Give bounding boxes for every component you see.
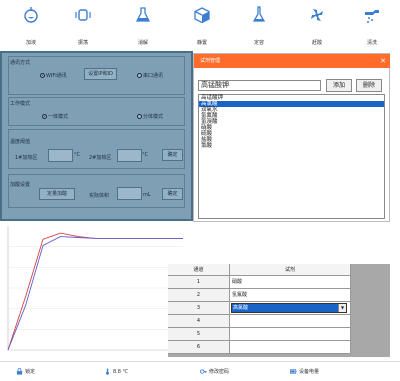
reagent-cell[interactable]: [230, 341, 351, 354]
toolbar-label: 清洗: [366, 40, 377, 46]
zone2-temp-input[interactable]: [117, 149, 142, 162]
channel-number: 2: [168, 289, 230, 302]
acid-confirm-button[interactable]: 确定: [162, 188, 183, 200]
channel-number: 3: [168, 302, 230, 315]
set-ip-button[interactable]: 设置IP和ID: [84, 68, 117, 80]
channel-table: 通道 试剂 1 硝酸 2 氢氟酸 3 高氯酸 ▼ 4 5 6: [168, 264, 390, 357]
channel-number: 4: [168, 315, 230, 328]
integrated-mode-label: 一体模式: [48, 114, 69, 120]
wifi-radio-label: WIFI通讯: [46, 73, 67, 79]
list-item[interactable]: 氯酸: [199, 143, 384, 149]
mode-section: [8, 97, 185, 126]
zone1-temp-input[interactable]: [48, 149, 73, 162]
radio-on-icon: [40, 73, 45, 78]
settings-panel: 通讯方式 WIFI通讯 设置IP和ID 串口通讯 工作模式 一体模式 分体模式 …: [0, 51, 193, 221]
zone2-label: 2#加热区: [89, 155, 112, 161]
add-button[interactable]: 添加: [326, 79, 352, 92]
toolbar-label: 振荡: [77, 40, 88, 46]
key-icon: [200, 369, 207, 374]
toolbar-add-liquid[interactable]: 加液: [16, 6, 46, 46]
top-toolbar: 加液 振荡 消解 静置 定容 赶酸 清洗: [0, 0, 400, 56]
battery-status: 设备电量: [290, 368, 319, 375]
temp-title: 温度阈值: [10, 139, 31, 145]
temperature-status: 8.8 ℃: [104, 368, 128, 375]
dialog-title: 试剂管理: [200, 58, 221, 64]
status-bar: 锁定 8.8 ℃ 修改密码 设备电量: [0, 361, 400, 381]
acid-title: 加酸设置: [10, 182, 31, 188]
reagent-cell[interactable]: [230, 328, 351, 341]
acid-section: [8, 174, 185, 208]
serial-radio-label: 串口通讯: [143, 73, 164, 79]
reagent-cell[interactable]: 硝酸: [230, 276, 351, 289]
serial-radio[interactable]: 串口通讯: [137, 72, 163, 79]
rinse-icon: [365, 10, 379, 23]
battery-label: 设备电量: [299, 369, 320, 375]
reagent-cell-editing[interactable]: 高氯酸 ▼: [230, 302, 351, 315]
battery-icon: [290, 369, 297, 374]
unit-label: °C: [74, 152, 80, 158]
reagent-dialog: 试剂管理 ✕ 高锰酸钾 添加 删除 高锰酸钾 高氯酸 双氧水 氢氟酸 氢溴酸 硝…: [193, 53, 390, 222]
channel-number: 6: [168, 341, 230, 354]
close-icon[interactable]: ✕: [380, 54, 386, 68]
change-password-label: 修改密码: [209, 369, 230, 375]
toolbar-rinse[interactable]: 清洗: [357, 6, 387, 46]
reagent-cell[interactable]: [230, 315, 351, 328]
wifi-radio[interactable]: WIFI通讯: [40, 72, 67, 79]
lock-status[interactable]: 锁定: [16, 368, 35, 375]
reagent-name-input[interactable]: 高锰酸钾: [198, 80, 321, 91]
volumetric-flask-icon: [252, 6, 266, 22]
unit-label: °C: [142, 152, 148, 158]
toolbar-label: 赶酸: [311, 40, 322, 46]
temperature-label: 8.8 ℃: [113, 369, 129, 375]
integrated-mode-radio[interactable]: 一体模式: [42, 113, 68, 120]
channel-number: 5: [168, 328, 230, 341]
split-mode-radio[interactable]: 分体模式: [137, 113, 163, 120]
lock-icon: [16, 368, 23, 375]
comm-title: 通讯方式: [10, 60, 31, 66]
toolbar-label: 加液: [25, 40, 36, 46]
volume-input[interactable]: [117, 187, 142, 200]
flask-icon: [135, 7, 151, 22]
column-header-reagent: 试剂: [230, 264, 351, 276]
reagent-cell[interactable]: 氢氟酸: [230, 289, 351, 302]
column-header-channel: 通道: [168, 264, 230, 276]
radio-off-icon: [137, 114, 142, 119]
quantitative-acid-button[interactable]: 定量加酸: [39, 188, 75, 200]
thermometer-icon: [106, 368, 109, 375]
fan-icon: [311, 9, 323, 21]
toolbar-label: 静置: [196, 40, 207, 46]
shake-icon: [75, 9, 91, 21]
beaker-add-icon: [24, 7, 38, 23]
radio-on-icon: [42, 114, 47, 119]
chart-plot: [7, 226, 183, 351]
reagent-dropdown[interactable]: 高氯酸 ▼: [231, 303, 347, 313]
channel-number: 1: [168, 276, 230, 289]
volume-unit: mL: [143, 192, 151, 198]
volume-label: 实际体积: [89, 193, 110, 199]
radio-off-icon: [137, 73, 142, 78]
toolbar-shake[interactable]: 振荡: [68, 6, 98, 46]
toolbar-digest[interactable]: 消解: [128, 6, 158, 46]
series-line-1: [7, 232, 183, 351]
toolbar-stand[interactable]: 静置: [187, 6, 217, 46]
lock-label: 锁定: [25, 369, 36, 375]
change-password-status[interactable]: 修改密码: [200, 368, 229, 375]
temperature-chart: [0, 220, 193, 357]
toolbar-label: 定容: [253, 40, 264, 46]
temp-section: [8, 129, 185, 169]
reagent-list: 高锰酸钾 高氯酸 双氧水 氢氟酸 氢溴酸 硝酸 硫酸 盐酸 氯酸: [198, 94, 385, 219]
chevron-down-icon[interactable]: ▼: [338, 304, 346, 312]
cube-icon: [194, 7, 210, 24]
series-line-2: [7, 236, 183, 351]
toolbar-acid-remove[interactable]: 赶酸: [302, 6, 332, 46]
temp-confirm-button[interactable]: 确定: [162, 149, 183, 161]
delete-button[interactable]: 删除: [356, 79, 382, 92]
toolbar-label: 消解: [137, 40, 148, 46]
toolbar-volume[interactable]: 定容: [244, 6, 274, 46]
mode-title: 工作模式: [10, 101, 31, 107]
split-mode-label: 分体模式: [143, 114, 164, 120]
dropdown-selected-value: 高氯酸: [232, 304, 338, 312]
dialog-title-bar: 试剂管理 ✕: [194, 54, 390, 68]
zone1-label: 1#加热区: [15, 155, 38, 161]
